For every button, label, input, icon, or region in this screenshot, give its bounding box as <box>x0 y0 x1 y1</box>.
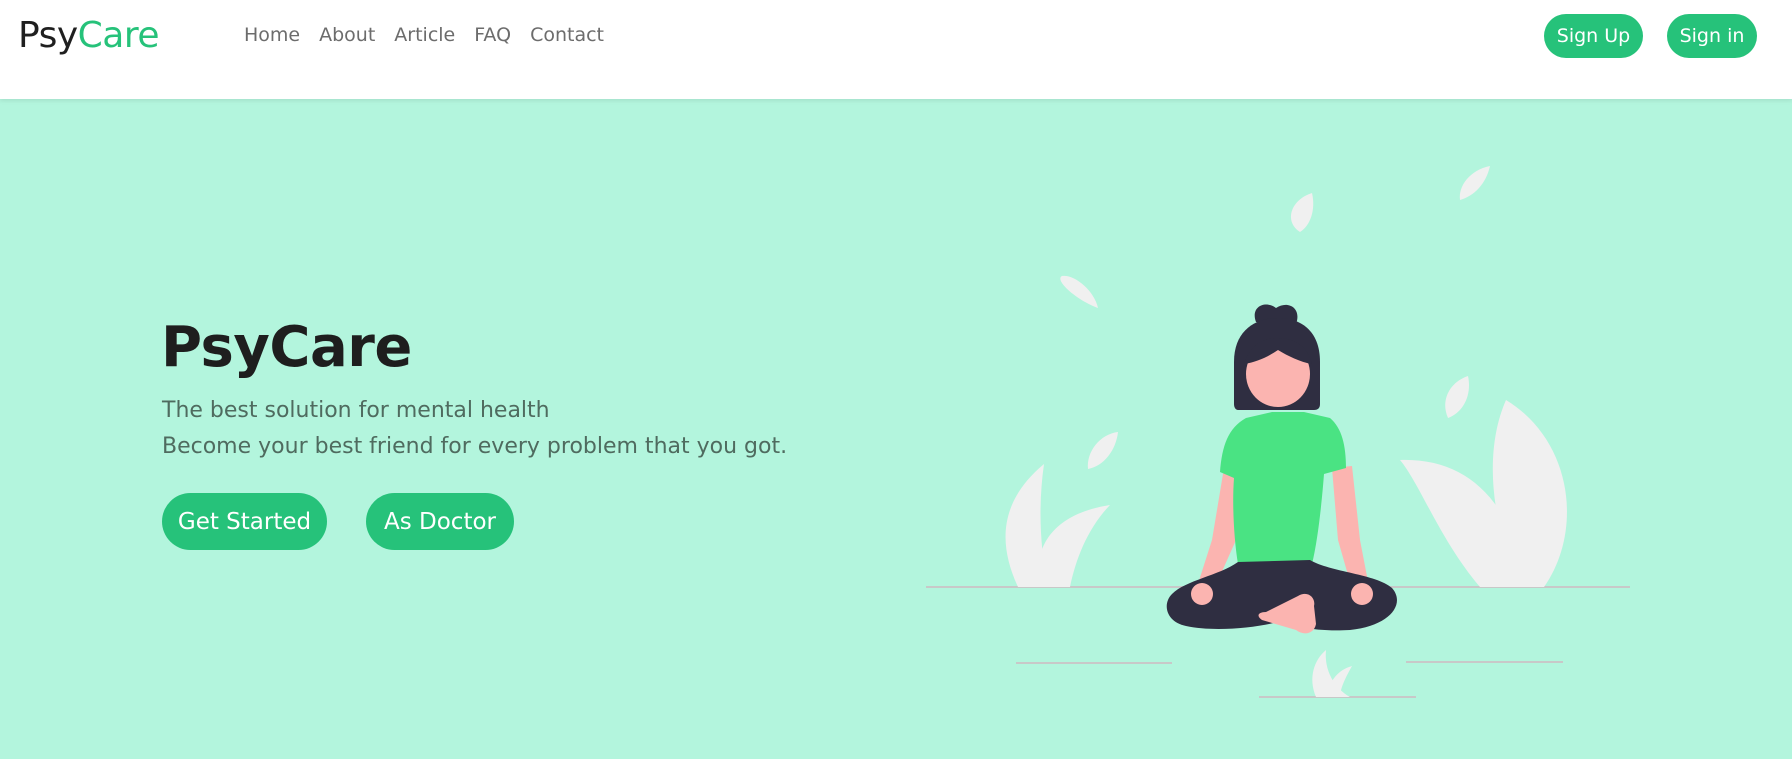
brand-part-care: Care <box>77 15 160 56</box>
left-plant <box>1005 464 1110 587</box>
sign-up-button[interactable]: Sign Up <box>1544 14 1643 58</box>
leaf-icon <box>1445 376 1470 418</box>
navbar: PsyCare Home About Article FAQ Contact S… <box>0 0 1792 99</box>
leaf-icon <box>1290 193 1314 232</box>
as-doctor-button[interactable]: As Doctor <box>366 493 514 550</box>
leaf-icon <box>1087 432 1118 469</box>
nav-link-about[interactable]: About <box>319 22 375 48</box>
nav-link-home[interactable]: Home <box>244 22 300 48</box>
brand-part-psy: Psy <box>18 15 78 56</box>
right-plant <box>1400 400 1567 587</box>
nav-link-faq[interactable]: FAQ <box>474 22 511 48</box>
sign-in-button[interactable]: Sign in <box>1667 14 1757 58</box>
brand-logo[interactable]: PsyCare <box>18 13 160 59</box>
meditating-person <box>1166 304 1397 634</box>
meditation-illustration <box>926 166 1630 698</box>
hero-subtitle-line2: Become your best friend for every proble… <box>162 434 788 459</box>
hero-title: PsyCare <box>161 315 412 380</box>
left-hand <box>1191 583 1213 605</box>
leaf-icon <box>1459 166 1490 200</box>
nav-link-contact[interactable]: Contact <box>530 22 604 48</box>
get-started-button[interactable]: Get Started <box>162 493 327 550</box>
nav-links: Home About Article FAQ Contact <box>244 22 604 48</box>
right-hand <box>1351 583 1373 605</box>
leaf-icon <box>1060 275 1098 308</box>
shirt <box>1220 412 1346 564</box>
hero-subtitle-line1: The best solution for mental health <box>162 398 550 423</box>
small-plant <box>1312 650 1352 697</box>
nav-link-article[interactable]: Article <box>394 22 455 48</box>
